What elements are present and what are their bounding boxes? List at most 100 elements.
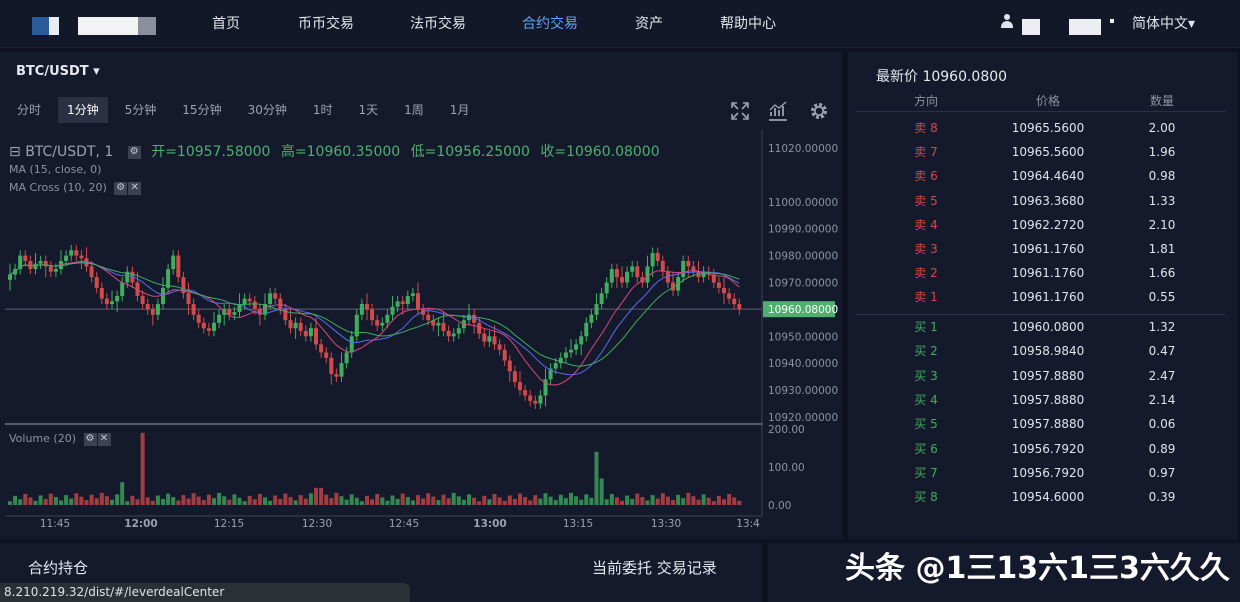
bid-row[interactable]: 买 2 10958.9840 0.47 (856, 339, 1226, 363)
ask-row[interactable]: 卖 7 10965.5600 1.96 (856, 140, 1226, 164)
volume-bar (533, 495, 538, 505)
volume-bar (273, 495, 278, 505)
volume-tick-label: 200.00 (768, 424, 805, 436)
volume-bar (512, 498, 517, 505)
volume-bar (339, 496, 344, 505)
interval-timeline[interactable]: 分时 (8, 97, 50, 123)
nav-otc-trading[interactable]: 法币交易 (410, 0, 466, 48)
candle-body (166, 269, 171, 288)
bid-row[interactable]: 买 7 10956.7920 0.97 (856, 461, 1226, 485)
volume-bar (293, 500, 298, 505)
candle-body (477, 322, 482, 334)
interval-1w[interactable]: 1周 (395, 97, 433, 123)
site-logo[interactable] (32, 17, 156, 35)
ask-dir: 卖 2 (914, 266, 938, 281)
interval-1min[interactable]: 1分钟 (58, 97, 108, 123)
status-bar-url: 8.210.219.32/dist/#/leverdealCenter (0, 583, 410, 602)
interval-1mo[interactable]: 1月 (441, 97, 479, 123)
volume-bar (201, 500, 206, 505)
ask-row[interactable]: 卖 2 10961.1760 1.66 (856, 261, 1226, 285)
volume-bar (711, 501, 716, 505)
ask-row[interactable]: 卖 6 10964.4640 0.98 (856, 164, 1226, 188)
candle-body (196, 314, 201, 323)
settings-gear-icon[interactable] (808, 100, 830, 122)
candle-body (594, 304, 599, 315)
interval-30min[interactable]: 30分钟 (239, 97, 296, 123)
bid-row[interactable]: 买 5 10957.8880 0.06 (856, 412, 1226, 436)
volume-bar (400, 493, 405, 505)
candle-body (120, 282, 125, 296)
volume-bar (99, 492, 104, 505)
time-tick-label: 13:15 (563, 518, 593, 530)
ask-row[interactable]: 卖 5 10963.3680 1.33 (856, 189, 1226, 213)
volume-bar (722, 499, 726, 505)
nav-assets[interactable]: 资产 (635, 0, 663, 48)
volume-close-icon[interactable]: ✕ (97, 432, 111, 446)
volume-bar (308, 493, 313, 505)
candle-body (145, 304, 150, 310)
volume-bar (451, 492, 456, 505)
interval-5min[interactable]: 5分钟 (116, 97, 166, 123)
tab-trade-history[interactable]: 交易记录 (657, 559, 717, 577)
volume-bar (206, 494, 211, 505)
volume-bar (461, 499, 466, 505)
candle-body (186, 293, 191, 305)
interval-1h[interactable]: 1时 (304, 97, 342, 123)
ask-price: 10961.1760 (1011, 290, 1085, 305)
nav-help-center[interactable]: 帮助中心 (720, 0, 776, 48)
nav-spot-trading[interactable]: 币币交易 (298, 0, 354, 48)
orders-tabs: 当前委托 交易记录 (592, 557, 717, 578)
ask-price: 10961.1760 (1011, 242, 1085, 256)
bid-row[interactable]: 买 6 10956.7920 0.89 (856, 437, 1226, 461)
candle-body (563, 352, 568, 358)
bid-dir: 买 8 (914, 490, 938, 505)
candle-body (8, 274, 12, 280)
bid-row[interactable]: 买 4 10957.8880 2.14 (856, 388, 1226, 412)
volume-bar (69, 498, 74, 505)
fullscreen-icon[interactable] (729, 100, 751, 122)
bid-row[interactable]: 买 3 10957.8880 2.47 (856, 364, 1226, 388)
tab-current-orders[interactable]: 当前委托 (592, 559, 652, 577)
interval-15min[interactable]: 15分钟 (173, 97, 230, 123)
ask-qty: 1.66 (1148, 266, 1176, 281)
candle-body (349, 336, 354, 353)
nav-contract-trading[interactable]: 合约交易 (522, 0, 578, 48)
volume-bar (191, 493, 196, 505)
ask-row[interactable]: 卖 3 10961.1760 1.81 (856, 237, 1226, 261)
volume-bar (13, 495, 18, 505)
indicators-icon[interactable] (767, 100, 789, 122)
chart-panel: BTC/USDT ▾ 分时 1分钟 5分钟 15分钟 30分钟 1时 1天 1周 1月 ⊟ BT… (0, 52, 842, 539)
volume-bar (125, 501, 130, 505)
nav-home[interactable]: 首页 (212, 0, 240, 48)
volume-bar (614, 497, 619, 505)
ask-qty: 2.00 (1148, 121, 1176, 135)
candle-body (553, 363, 558, 369)
pair-selector[interactable]: BTC/USDT ▾ (16, 64, 100, 79)
volume-bar (94, 498, 99, 505)
ask-row[interactable]: 卖 8 10965.5600 2.00 (856, 116, 1226, 140)
candle-body (278, 298, 283, 310)
volume-bar (640, 497, 645, 505)
ask-price: 10964.4640 (1011, 169, 1085, 184)
current-price-tag: 10960.08000 (768, 304, 838, 316)
ask-row[interactable]: 卖 1 10961.1760 0.55 (856, 285, 1226, 309)
language-selector[interactable]: 简体中文▾ (1132, 0, 1195, 48)
watermark: 头条 @1三13六1三3六久久 (845, 551, 1230, 586)
volume-bar (528, 500, 533, 505)
volume-settings-icon[interactable]: ⚙ (83, 432, 97, 446)
ask-dir: 卖 3 (914, 242, 938, 256)
bid-row[interactable]: 买 1 10960.0800 1.32 (856, 315, 1226, 339)
volume-tick-label: 100.00 (768, 462, 805, 474)
bid-row[interactable]: 买 8 10954.6000 0.39 (856, 485, 1226, 509)
ask-qty: 2.10 (1148, 217, 1176, 232)
ask-row[interactable]: 卖 4 10962.2720 2.10 (856, 213, 1226, 237)
volume-bar (518, 493, 522, 505)
volume-bar (166, 493, 171, 505)
candlestick-chart[interactable]: 11020.00000 11000.00000 10990.00000 10980.0… (0, 130, 842, 530)
volume-bar (155, 495, 160, 505)
volume-bar (609, 493, 614, 505)
interval-1d[interactable]: 1天 (350, 97, 388, 123)
user-icon[interactable] (1000, 14, 1014, 30)
candle-body (150, 309, 155, 315)
candle-body (604, 282, 609, 294)
